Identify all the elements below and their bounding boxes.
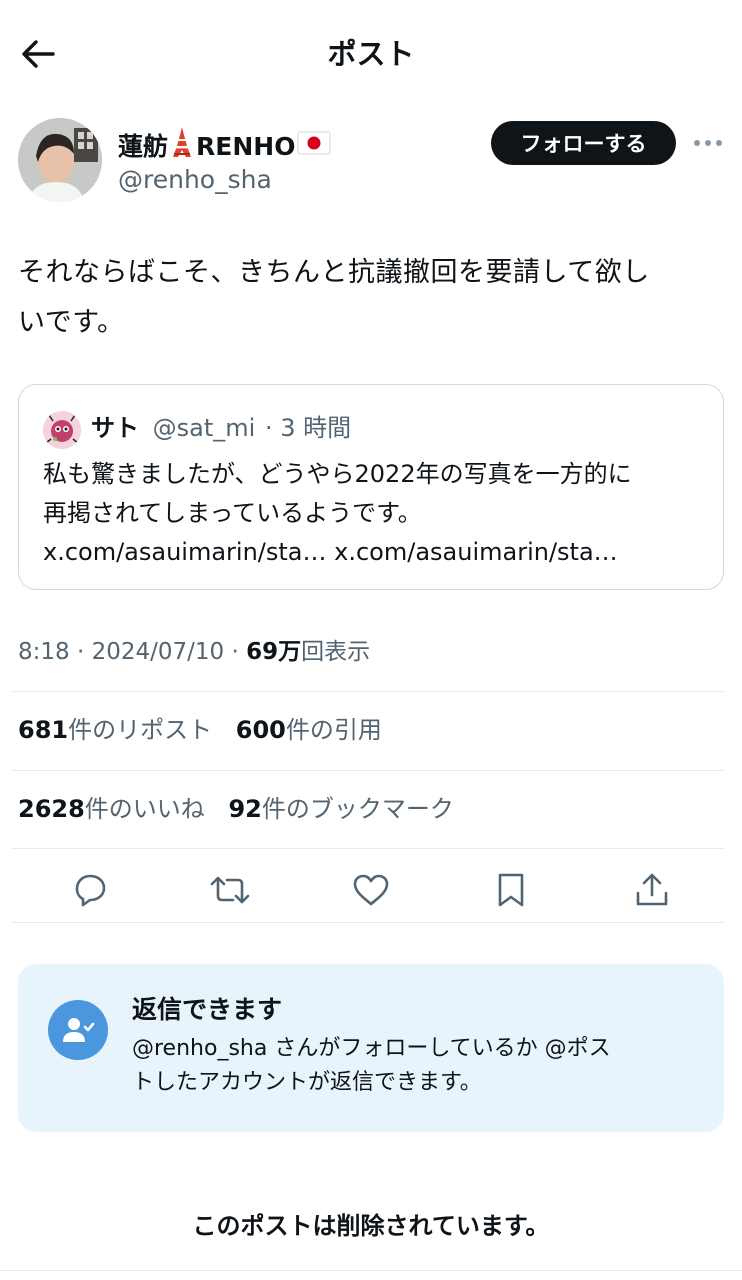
tower-emoji-icon bbox=[170, 126, 194, 167]
quote-time: · 3 時間 bbox=[264, 414, 352, 442]
author-name-row[interactable]: 蓮舫 RENHO bbox=[118, 126, 333, 167]
post-timestamp: 8:18 · 2024/07/10 · 69万回表示 bbox=[18, 634, 370, 670]
follow-button[interactable]: フォローする bbox=[491, 121, 676, 165]
top-bar: ポスト bbox=[0, 0, 742, 105]
quote-header: サト @sat_mi · 3 時間 bbox=[91, 409, 351, 447]
user-check-icon bbox=[63, 1018, 95, 1042]
reply-button[interactable] bbox=[68, 868, 112, 912]
post-text-line-1: それならばこそ、きちんと抗議撤回を要請して欲し bbox=[18, 257, 650, 288]
divider bbox=[12, 770, 724, 771]
repost-icon bbox=[210, 876, 250, 904]
reply-notice-line-1: @renho_sha さんがフォローしているか @ポス bbox=[132, 1036, 611, 1061]
author-avatar[interactable] bbox=[18, 118, 102, 202]
reply-permission-notice: 返信できます @renho_sha さんがフォローしているか @ポス トしたアカ… bbox=[18, 964, 724, 1132]
divider bbox=[12, 848, 724, 849]
post-author: 蓮舫 RENHO @renho_sha フォローする bbox=[18, 118, 724, 204]
quotes-stat[interactable]: 600件の引用 bbox=[236, 712, 382, 748]
bookmarks-label: 件のブックマーク bbox=[261, 795, 454, 823]
bookmarks-stat[interactable]: 92件のブックマーク bbox=[228, 791, 453, 827]
quoted-post-card[interactable]: サト @sat_mi · 3 時間 私も驚きましたが、どうやら2022年の写真を… bbox=[18, 384, 724, 590]
quote-author-handle: @sat_mi bbox=[152, 414, 256, 442]
views-count: 69万 bbox=[246, 639, 302, 665]
divider bbox=[12, 922, 724, 923]
quote-links[interactable]: x.com/asauimarin/sta… x.com/asauimarin/s… bbox=[43, 533, 713, 572]
post-time: 8:18 · 2024/07/10 · bbox=[18, 639, 247, 665]
japan-flag-icon bbox=[297, 130, 331, 164]
divider bbox=[0, 1270, 742, 1271]
stats-row-likes: 2628件のいいね 92件のブックマーク bbox=[18, 791, 470, 827]
like-button[interactable] bbox=[349, 868, 393, 912]
post-text: それならばこそ、きちんと抗議撤回を要請して欲し いです。 bbox=[18, 248, 724, 348]
quote-author-name: サト bbox=[91, 414, 139, 442]
action-bar bbox=[0, 860, 742, 920]
quotes-count: 600 bbox=[235, 716, 286, 744]
quote-body-line-1: 私も驚きましたが、どうやら2022年の写真を一方的に bbox=[43, 460, 632, 488]
reply-notice-title: 返信できます bbox=[132, 995, 283, 1024]
share-button[interactable] bbox=[630, 868, 674, 912]
quote-body-line-2: 再掲されてしまっているようです。 bbox=[43, 499, 422, 527]
bookmark-icon bbox=[498, 873, 524, 907]
reply-notice-line-2: トしたアカウントが返信できます。 bbox=[132, 1070, 482, 1095]
author-name: 蓮舫 bbox=[118, 131, 169, 161]
page-title: ポスト bbox=[327, 37, 415, 71]
author-handle[interactable]: @renho_sha bbox=[118, 163, 272, 197]
heart-icon bbox=[353, 874, 389, 906]
bookmarks-count: 92 bbox=[228, 795, 262, 823]
share-icon bbox=[636, 873, 668, 906]
quote-body: 私も驚きましたが、どうやら2022年の写真を一方的に 再掲されてしまっているよう… bbox=[43, 455, 713, 572]
reply-permission-badge bbox=[48, 1000, 108, 1060]
likes-count: 2628 bbox=[18, 795, 85, 823]
reposts-stat[interactable]: 681件のリポスト bbox=[18, 712, 212, 748]
reply-notice-description: @renho_sha さんがフォローしているか @ポス トしたアカウントが返信で… bbox=[132, 1032, 692, 1100]
reposts-count: 681 bbox=[18, 716, 69, 744]
author-name-suffix: RENHO bbox=[196, 131, 296, 161]
divider bbox=[12, 691, 724, 692]
reply-icon bbox=[75, 874, 106, 907]
reposts-label: 件のリポスト bbox=[68, 716, 213, 744]
likes-stat[interactable]: 2628件のいいね bbox=[18, 791, 205, 827]
post-text-line-2: いです。 bbox=[18, 307, 125, 338]
likes-label: 件のいいね bbox=[84, 795, 205, 823]
stats-row-reposts: 681件のリポスト 600件の引用 bbox=[18, 712, 398, 748]
quotes-label: 件の引用 bbox=[285, 716, 382, 744]
quote-author-avatar bbox=[43, 411, 81, 449]
views-label: 回表示 bbox=[301, 639, 371, 665]
more-options-button[interactable] bbox=[690, 128, 726, 158]
repost-button[interactable] bbox=[208, 868, 252, 912]
more-dots-icon bbox=[694, 140, 722, 146]
bookmark-button[interactable] bbox=[489, 868, 533, 912]
deleted-post-notice: このポストは削除されています。 bbox=[192, 1212, 550, 1240]
